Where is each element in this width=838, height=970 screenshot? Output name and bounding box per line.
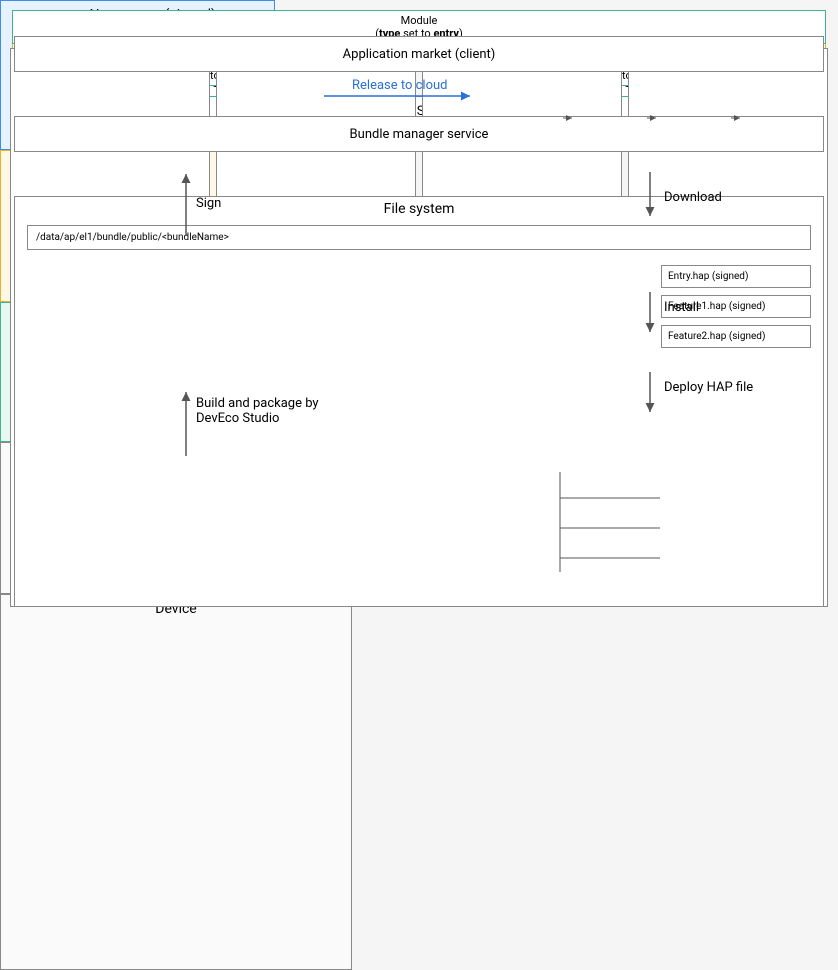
- module-entry-label: Module: [401, 14, 438, 27]
- download-label: Download: [664, 190, 722, 205]
- device-panel: Device Application market (client) Bundl…: [0, 594, 352, 970]
- build-label: Build and package by DevEco Studio: [196, 396, 336, 426]
- release-label: Release to cloud: [352, 78, 448, 93]
- install-label: Install: [664, 300, 699, 315]
- file-system-panel: File system /data/ap/el1/bundle/public/<…: [14, 196, 824, 607]
- fs-entry-hap: Entry.hap (signed): [661, 265, 811, 288]
- bundle-manager-service: Bundle manager service: [14, 116, 824, 152]
- fs-feature2-hap: Feature2.hap (signed): [661, 325, 811, 348]
- fs-bundle-path: /data/ap/el1/bundle/public/<bundleName>: [27, 225, 811, 250]
- sign-label: Sign: [196, 196, 221, 211]
- deploy-label: Deploy HAP file: [664, 380, 753, 395]
- app-market-client: Application market (client): [14, 36, 824, 72]
